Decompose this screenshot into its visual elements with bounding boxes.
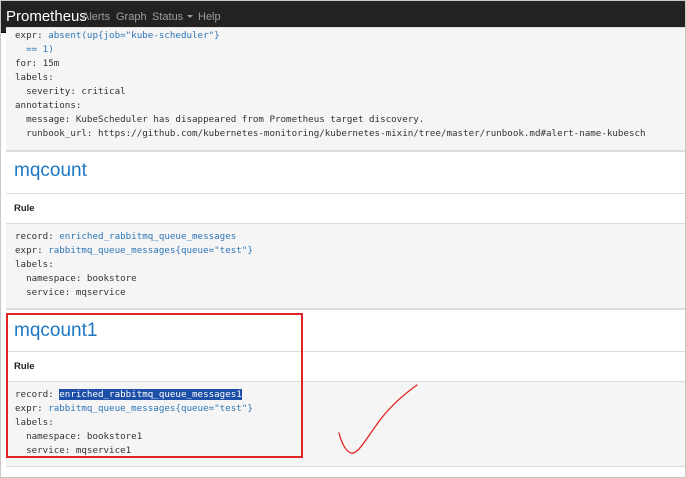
nav-status-label: Status (152, 11, 184, 23)
code-line-record: record: enriched_rabbitmq_queue_messages (15, 231, 237, 242)
rule-column-header: Rule (14, 361, 35, 372)
code-line-message: message: KubeScheduler has disappeared f… (15, 114, 425, 125)
record-link-selected[interactable]: enriched_rabbitmq_queue_messages1 (59, 389, 242, 400)
checkmark-icon (338, 384, 418, 454)
code-line-runbook[interactable]: runbook_url: https://github.com/kubernet… (15, 128, 646, 140)
expr-link[interactable]: rabbitmq_queue_messages{queue="test"} (48, 245, 253, 256)
record-link[interactable]: enriched_rabbitmq_queue_messages (59, 231, 236, 242)
code-line-expr: expr: absent(up{job="kube-scheduler"} (15, 30, 220, 41)
nav-help[interactable]: Help (198, 10, 221, 24)
rule-group-title-mqcount[interactable]: mqcount (14, 160, 87, 182)
rule-group-header: mqcount (6, 151, 685, 193)
nav-status-dropdown[interactable]: Status (152, 10, 194, 24)
rule-column-header: Rule (14, 203, 35, 214)
caret-down-icon (187, 14, 194, 18)
code-line-labels: labels: (15, 417, 54, 428)
code-line-severity: severity: critical (15, 86, 126, 97)
code-line-expr: expr: rabbitmq_queue_messages{queue="tes… (15, 245, 253, 256)
nav-graph[interactable]: Graph (116, 10, 147, 24)
code-line-for: for: 15m (15, 58, 60, 69)
code-line-labels: labels: (15, 72, 54, 83)
rule-group-title-mqcount1[interactable]: mqcount1 (14, 320, 97, 342)
expr-link[interactable]: rabbitmq_queue_messages{queue="test"} (48, 403, 253, 414)
brand-link[interactable]: Prometheus (6, 8, 87, 26)
divider (6, 466, 685, 467)
code-line-service: service: mqservice (15, 287, 126, 298)
code-line-labels: labels: (15, 259, 54, 270)
rule-table-header: Rule (6, 193, 685, 223)
browser-viewport: Prometheus Alerts Graph Status Help expr… (0, 0, 686, 478)
nav-alerts[interactable]: Alerts (82, 10, 110, 24)
alert-rule-definition: expr: absent(up{job="kube-scheduler"} ==… (6, 27, 685, 151)
code-line-expr: expr: rabbitmq_queue_messages{queue="tes… (15, 403, 253, 414)
code-line-annotations: annotations: (15, 100, 82, 111)
code-line-expr-cont: == 1) (15, 44, 54, 55)
rule-table-header: Rule (6, 351, 685, 381)
rule-group-header: mqcount1 (6, 309, 685, 351)
code-line-record: record: enriched_rabbitmq_queue_messages… (15, 389, 242, 400)
code-line-namespace: namespace: bookstore1 (15, 431, 143, 442)
code-line-service: service: mqservice1 (15, 445, 132, 456)
code-line-namespace: namespace: bookstore (15, 273, 137, 284)
recording-rule-definition: record: enriched_rabbitmq_queue_messages… (6, 223, 685, 309)
